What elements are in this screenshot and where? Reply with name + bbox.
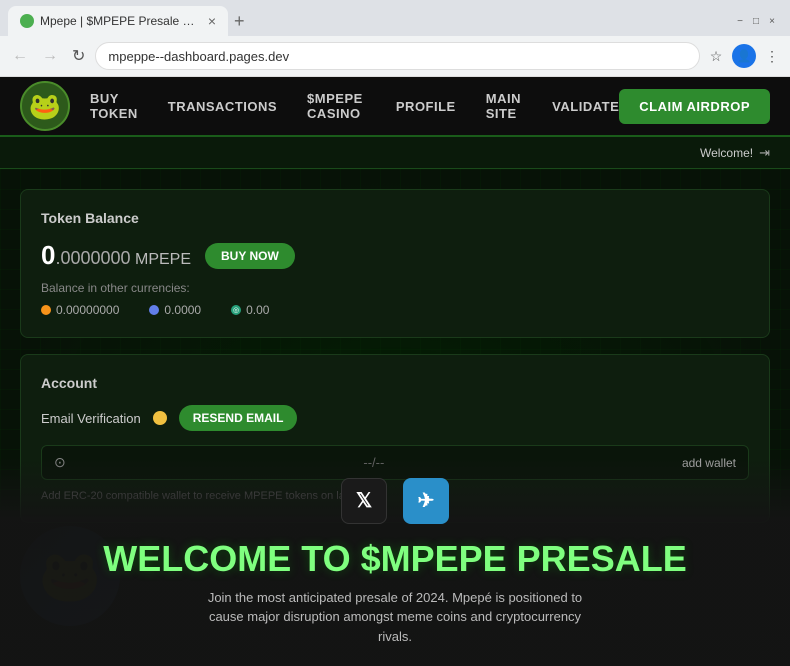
tab-favicon [20,14,34,28]
btc-balance: 0.00000000 [41,303,119,317]
tab-title: Mpepe | $MPEPE Presale Live... [40,14,198,28]
logo-frog-icon: 🐸 [29,91,61,122]
bottom-section: 𝕏 ✈ WELCOME TO $MPEPE PRESALE Join the m… [0,458,790,666]
presale-title-prefix: WELCOME TO [103,538,360,579]
site-main: Token Balance 0.0000000 MPEPE BUY NOW Ba… [0,169,790,666]
btc-value: 0.00000000 [56,303,119,317]
usdt-value: 0.00 [246,303,269,317]
social-buttons: 𝕏 ✈ [341,478,449,524]
tab-close-btn[interactable]: × [208,13,216,29]
nav-casino[interactable]: $MPEPE CASINO [307,91,366,121]
twitter-btn[interactable]: 𝕏 [341,478,387,524]
currency-row: 0.00000000 0.0000 ◎ 0.00 [41,303,749,317]
email-label: Email Verification [41,411,141,426]
token-balance-title: Token Balance [41,210,749,226]
minimize-btn[interactable]: − [734,15,746,27]
presale-subtitle: Join the most anticipated presale of 202… [195,588,595,647]
resend-email-btn[interactable]: RESEND EMAIL [179,405,298,431]
site-nav-links: BUY TOKEN TRANSACTIONS $MPEPE CASINO PRO… [90,91,619,121]
balance-zero: 0 [41,240,55,270]
balance-decimals: .0000000 [55,248,130,268]
btc-icon [41,305,51,315]
site-logo: 🐸 [20,81,70,131]
new-tab-btn[interactable]: + [234,11,245,32]
profile-icon[interactable]: 👤 [732,44,756,68]
claim-airdrop-btn[interactable]: CLAIM AIRDROP [619,89,770,124]
telegram-btn[interactable]: ✈ [403,478,449,524]
email-status-icon [153,411,167,425]
tab-bar: Mpepe | $MPEPE Presale Live... × + − □ × [0,0,790,36]
presale-title: WELCOME TO $MPEPE PRESALE [103,538,686,580]
close-btn[interactable]: × [766,15,778,27]
eth-icon [149,305,159,315]
nav-validate[interactable]: VALIDATE [552,99,619,114]
welcome-text: Welcome! [700,146,753,160]
balance-row: 0.0000000 MPEPE BUY NOW [41,240,749,271]
maximize-btn[interactable]: □ [750,15,762,27]
eth-balance: 0.0000 [149,303,201,317]
balance-display: 0.0000000 MPEPE [41,240,191,271]
browser-chrome: Mpepe | $MPEPE Presale Live... × + − □ ×… [0,0,790,77]
token-balance-card: Token Balance 0.0000000 MPEPE BUY NOW Ba… [20,189,770,338]
other-currencies-label: Balance in other currencies: [41,281,749,295]
balance-symbol: MPEPE [135,251,191,268]
usdt-balance: ◎ 0.00 [231,303,269,317]
presale-title-highlight: $MPEPE PRESALE [361,538,687,579]
account-title: Account [41,375,749,391]
bookmark-icon[interactable]: ☆ [706,46,726,66]
notif-bar: Welcome! ⇥ [0,137,790,169]
address-input[interactable] [95,42,700,70]
window-controls: − □ × [734,15,782,27]
back-btn[interactable]: ← [8,45,32,67]
more-icon[interactable]: ⋮ [762,46,782,66]
eth-value: 0.0000 [164,303,201,317]
address-bar-row: ← → ↻ ☆ 👤 ⋮ [0,36,790,76]
buy-now-btn[interactable]: BUY NOW [205,243,295,269]
browser-icons: ☆ 👤 ⋮ [706,44,782,68]
logout-icon[interactable]: ⇥ [759,145,770,161]
nav-main-site[interactable]: MAIN SITE [486,91,522,121]
site-navbar: 🐸 BUY TOKEN TRANSACTIONS $MPEPE CASINO P… [0,77,790,137]
usdt-icon: ◎ [231,305,241,315]
active-tab[interactable]: Mpepe | $MPEPE Presale Live... × [8,6,228,36]
nav-profile[interactable]: PROFILE [396,99,456,114]
email-verif-row: Email Verification RESEND EMAIL [41,405,749,431]
website: 🐸 BUY TOKEN TRANSACTIONS $MPEPE CASINO P… [0,77,790,666]
nav-buy-token[interactable]: BUY TOKEN [90,91,138,121]
nav-transactions[interactable]: TRANSACTIONS [168,99,277,114]
forward-btn[interactable]: → [38,45,62,67]
refresh-btn[interactable]: ↻ [68,44,89,68]
